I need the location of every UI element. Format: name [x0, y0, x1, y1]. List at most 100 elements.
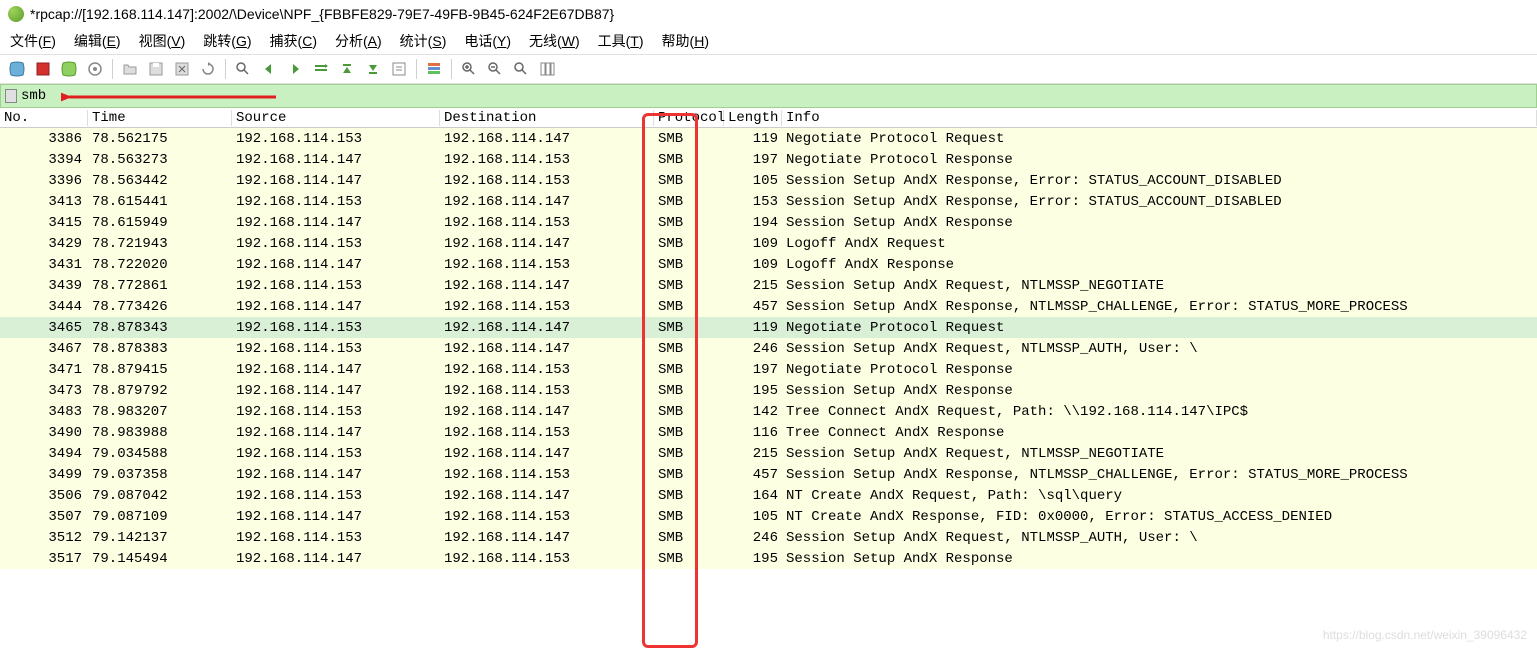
menu-help[interactable]: 帮助(H): [662, 31, 709, 51]
go-first-button[interactable]: [336, 58, 358, 80]
reload-button[interactable]: [197, 58, 219, 80]
col-header-source[interactable]: Source: [232, 110, 440, 126]
packet-row[interactable]: 341578.615949192.168.114.147192.168.114.…: [0, 212, 1537, 233]
cell-destination: 192.168.114.147: [440, 530, 654, 546]
close-file-button[interactable]: [171, 58, 193, 80]
cell-source: 192.168.114.147: [232, 152, 440, 168]
cell-protocol: SMB: [654, 215, 724, 231]
packet-row[interactable]: 346578.878343192.168.114.153192.168.114.…: [0, 317, 1537, 338]
cell-length: 164: [724, 488, 782, 504]
menu-file[interactable]: 文件(F): [10, 31, 56, 51]
packet-row[interactable]: 343978.772861192.168.114.153192.168.114.…: [0, 275, 1537, 296]
toolbar-separator: [451, 59, 452, 79]
cell-length: 194: [724, 215, 782, 231]
packet-list[interactable]: No. Time Source Destination Protocol Len…: [0, 108, 1537, 569]
start-capture-button[interactable]: [6, 58, 28, 80]
packet-row[interactable]: 347378.879792192.168.114.147192.168.114.…: [0, 380, 1537, 401]
menu-stats[interactable]: 统计(S): [400, 31, 447, 51]
go-to-packet-button[interactable]: [310, 58, 332, 80]
display-filter-bar[interactable]: [0, 84, 1537, 108]
menu-analyze[interactable]: 分析(A): [335, 31, 382, 51]
packet-row[interactable]: 349979.037358192.168.114.147192.168.114.…: [0, 464, 1537, 485]
zoom-reset-button[interactable]: [510, 58, 532, 80]
col-header-length[interactable]: Length: [724, 110, 782, 126]
cell-time: 78.772861: [88, 278, 232, 294]
save-button[interactable]: [145, 58, 167, 80]
menu-go[interactable]: 跳转(G): [203, 31, 251, 51]
packet-row[interactable]: 348378.983207192.168.114.153192.168.114.…: [0, 401, 1537, 422]
zoom-in-button[interactable]: [458, 58, 480, 80]
cell-protocol: SMB: [654, 152, 724, 168]
go-back-button[interactable]: [258, 58, 280, 80]
packet-row[interactable]: 339678.563442192.168.114.147192.168.114.…: [0, 170, 1537, 191]
cell-destination: 192.168.114.147: [440, 320, 654, 336]
cell-destination: 192.168.114.147: [440, 194, 654, 210]
cell-protocol: SMB: [654, 320, 724, 336]
col-header-info[interactable]: Info: [782, 110, 1537, 126]
find-packet-button[interactable]: [232, 58, 254, 80]
cell-time: 79.142137: [88, 530, 232, 546]
display-filter-input[interactable]: [21, 88, 1532, 104]
menu-capture[interactable]: 捕获(C): [270, 31, 317, 51]
cell-info: Session Setup AndX Request, NTLMSSP_NEGO…: [782, 278, 1537, 294]
cell-destination: 192.168.114.153: [440, 383, 654, 399]
col-header-protocol[interactable]: Protocol: [654, 110, 724, 126]
cell-no: 3483: [0, 404, 88, 420]
packet-row[interactable]: 351279.142137192.168.114.153192.168.114.…: [0, 527, 1537, 548]
cell-length: 109: [724, 236, 782, 252]
cell-time: 79.087109: [88, 509, 232, 525]
colorize-button[interactable]: [423, 58, 445, 80]
cell-no: 3506: [0, 488, 88, 504]
packet-row[interactable]: 349479.034588192.168.114.153192.168.114.…: [0, 443, 1537, 464]
packet-row[interactable]: 351779.145494192.168.114.147192.168.114.…: [0, 548, 1537, 569]
packet-row[interactable]: 342978.721943192.168.114.153192.168.114.…: [0, 233, 1537, 254]
go-last-button[interactable]: [362, 58, 384, 80]
cell-length: 195: [724, 383, 782, 399]
cell-protocol: SMB: [654, 257, 724, 273]
menu-tools[interactable]: 工具(T): [598, 31, 644, 51]
cell-no: 3471: [0, 362, 88, 378]
packet-row[interactable]: 347178.879415192.168.114.147192.168.114.…: [0, 359, 1537, 380]
menu-wireless[interactable]: 无线(W): [529, 31, 580, 51]
packet-row[interactable]: 341378.615441192.168.114.153192.168.114.…: [0, 191, 1537, 212]
resize-columns-button[interactable]: [536, 58, 558, 80]
cell-no: 3512: [0, 530, 88, 546]
toolbar-separator: [416, 59, 417, 79]
cell-info: Session Setup AndX Request, NTLMSSP_AUTH…: [782, 341, 1537, 357]
cell-source: 192.168.114.147: [232, 215, 440, 231]
col-header-no[interactable]: No.: [0, 110, 88, 126]
cell-info: NT Create AndX Response, FID: 0x0000, Er…: [782, 509, 1537, 525]
cell-protocol: SMB: [654, 131, 724, 147]
cell-destination: 192.168.114.153: [440, 509, 654, 525]
cell-time: 79.087042: [88, 488, 232, 504]
auto-scroll-button[interactable]: [388, 58, 410, 80]
cell-no: 3507: [0, 509, 88, 525]
open-file-button[interactable]: [119, 58, 141, 80]
go-forward-button[interactable]: [284, 58, 306, 80]
stop-capture-button[interactable]: [32, 58, 54, 80]
cell-no: 3465: [0, 320, 88, 336]
cell-source: 192.168.114.153: [232, 278, 440, 294]
menu-view[interactable]: 视图(V): [139, 31, 186, 51]
packet-row[interactable]: 346778.878383192.168.114.153192.168.114.…: [0, 338, 1537, 359]
packet-row[interactable]: 339478.563273192.168.114.147192.168.114.…: [0, 149, 1537, 170]
capture-options-button[interactable]: [84, 58, 106, 80]
bookmark-icon[interactable]: [5, 89, 17, 103]
menu-telephony[interactable]: 电话(Y): [464, 31, 511, 51]
menu-edit[interactable]: 编辑(E): [74, 31, 121, 51]
col-header-destination[interactable]: Destination: [440, 110, 654, 126]
packet-row[interactable]: 350779.087109192.168.114.147192.168.114.…: [0, 506, 1537, 527]
cell-protocol: SMB: [654, 194, 724, 210]
restart-capture-button[interactable]: [58, 58, 80, 80]
cell-time: 78.879415: [88, 362, 232, 378]
packet-row[interactable]: 343178.722020192.168.114.147192.168.114.…: [0, 254, 1537, 275]
packet-row[interactable]: 349078.983988192.168.114.147192.168.114.…: [0, 422, 1537, 443]
cell-no: 3467: [0, 341, 88, 357]
toolbar-separator: [225, 59, 226, 79]
col-header-time[interactable]: Time: [88, 110, 232, 126]
packet-row[interactable]: 350679.087042192.168.114.153192.168.114.…: [0, 485, 1537, 506]
packet-row[interactable]: 338678.562175192.168.114.153192.168.114.…: [0, 128, 1537, 149]
cell-length: 116: [724, 425, 782, 441]
zoom-out-button[interactable]: [484, 58, 506, 80]
packet-row[interactable]: 344478.773426192.168.114.147192.168.114.…: [0, 296, 1537, 317]
